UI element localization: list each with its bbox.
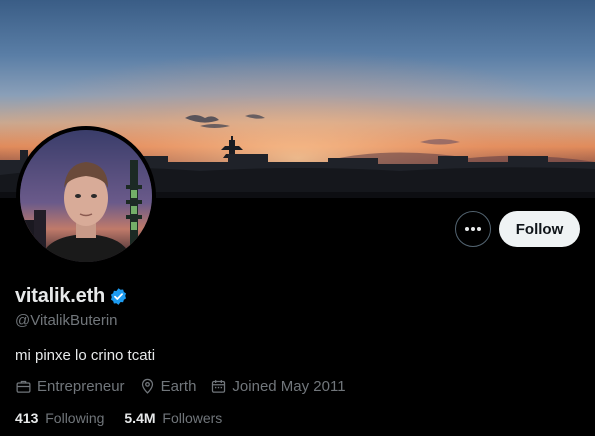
more-options-button[interactable]: [455, 211, 491, 247]
avatar-photo: [20, 130, 152, 262]
location-pin-icon: [141, 378, 153, 394]
profile-avatar[interactable]: [16, 126, 156, 266]
briefcase-icon: [16, 380, 31, 393]
location-text: Earth: [160, 378, 197, 395]
profile-handle: @VitalikButerin: [15, 312, 118, 329]
verified-badge-icon[interactable]: [109, 287, 128, 306]
following-link[interactable]: 413 Following: [15, 410, 104, 426]
profile-meta-row: Entrepreneur Earth Joined May 2011: [15, 378, 360, 395]
followers-count: 5.4M: [124, 410, 156, 426]
calendar-icon: [212, 380, 226, 393]
following-label: Following: [45, 410, 105, 426]
location-item: Earth: [139, 378, 197, 395]
profile-bio: mi pinxe lo crino tcati: [15, 347, 156, 364]
display-name-row: vitalik.eth: [15, 285, 128, 308]
joined-item: Joined May 2011: [210, 378, 346, 395]
follow-button[interactable]: Follow: [499, 211, 580, 247]
more-horizontal-icon: [465, 227, 481, 231]
display-name: vitalik.eth: [15, 285, 106, 307]
joined-text: Joined May 2011: [232, 378, 346, 395]
follow-stats-row: 413 Following 5.4M Followers: [15, 410, 242, 426]
followers-label: Followers: [162, 410, 223, 426]
profession-item: Entrepreneur: [15, 378, 125, 395]
followers-link[interactable]: 5.4M Followers: [124, 410, 222, 426]
following-count: 413: [15, 410, 39, 426]
profession-text: Entrepreneur: [37, 378, 125, 395]
